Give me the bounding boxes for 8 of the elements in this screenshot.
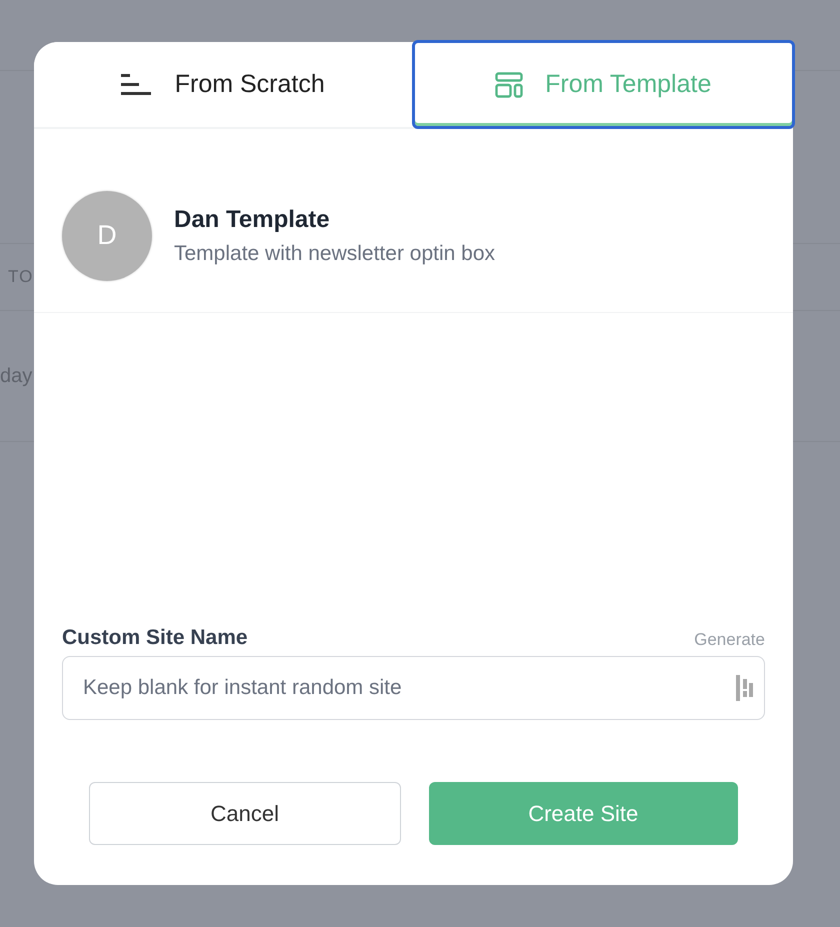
template-name[interactable]: Dan Template: [174, 206, 495, 234]
avatar: D: [62, 190, 152, 280]
generate-icon[interactable]: [736, 675, 754, 701]
field-label: Custom Site Name: [62, 626, 248, 650]
text-lines-icon: [120, 74, 153, 96]
cancel-button[interactable]: Cancel: [89, 782, 400, 845]
template-description: Template with newsletter optin box: [174, 242, 495, 266]
layout-icon: [495, 72, 524, 98]
